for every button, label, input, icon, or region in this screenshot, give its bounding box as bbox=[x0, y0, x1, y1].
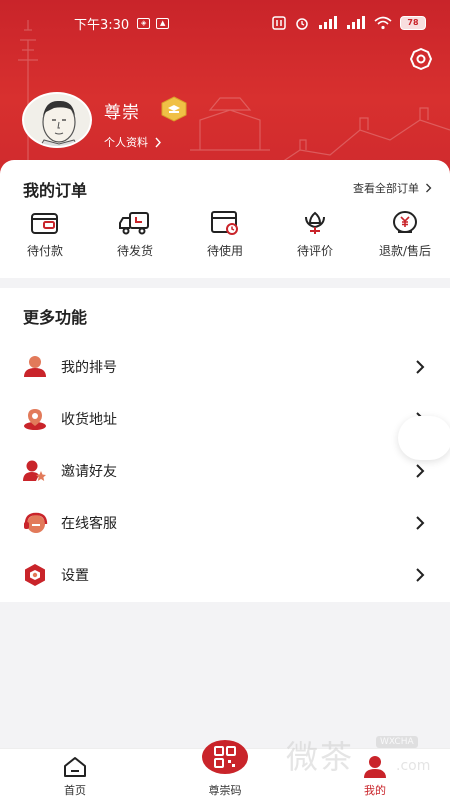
home-icon bbox=[64, 757, 86, 777]
battery-icon: 78 bbox=[400, 16, 426, 30]
nfc-icon bbox=[272, 16, 286, 30]
order-label: 退款/售后 bbox=[378, 244, 432, 258]
settings-gear-icon[interactable] bbox=[408, 46, 434, 72]
status-time: 下午3:30 bbox=[74, 17, 130, 33]
menu-item-invite-friends[interactable]: 邀请好友 bbox=[0, 445, 450, 497]
view-all-label: 查看全部订单 bbox=[353, 182, 419, 195]
ticket-clock-icon bbox=[211, 211, 238, 235]
menu-item-queue-number[interactable]: 我的排号 bbox=[0, 341, 450, 393]
profile-header: 下午3:30 ◈ ▲ 78 尊崇 个人资料 bbox=[0, 0, 450, 180]
invite-star-icon bbox=[23, 460, 46, 481]
qrcode-icon bbox=[214, 746, 236, 768]
chevron-right-icon bbox=[416, 464, 425, 478]
alarm-icon bbox=[296, 18, 308, 30]
member-badge-icon bbox=[161, 96, 187, 122]
menu-label: 在线客服 bbox=[61, 516, 117, 532]
order-label: 待付款 bbox=[26, 244, 63, 258]
app-notification-icon: ▲ bbox=[156, 17, 170, 29]
chevron-right-icon bbox=[155, 137, 161, 147]
tab-label: 首页 bbox=[64, 784, 86, 797]
floating-assistive-button[interactable] bbox=[398, 416, 450, 460]
order-refund-aftersale[interactable]: 退款/售后 bbox=[360, 210, 450, 272]
notification-icon: ◈ bbox=[137, 17, 151, 29]
status-bar: 下午3:30 ◈ ▲ 78 bbox=[0, 0, 450, 46]
watermark-domain: .com bbox=[396, 758, 431, 774]
location-icon bbox=[24, 409, 46, 430]
flower-icon bbox=[305, 211, 325, 234]
order-pending-shipment[interactable]: 待发货 bbox=[90, 210, 180, 272]
refund-yuan-icon bbox=[393, 211, 417, 233]
order-status-row: 待付款 待发货 待使用 待评价 退款/售后 bbox=[0, 210, 450, 272]
chevron-right-icon bbox=[416, 516, 425, 530]
username: 尊崇 bbox=[104, 103, 140, 123]
watermark-main: 微茶 bbox=[286, 738, 355, 776]
menu-label: 收货地址 bbox=[61, 412, 117, 428]
headset-icon bbox=[24, 512, 48, 533]
wifi-icon bbox=[374, 16, 392, 30]
orders-title: 我的订单 bbox=[23, 181, 88, 200]
profile-link-label: 个人资料 bbox=[104, 136, 148, 149]
tab-label: 尊崇码 bbox=[208, 784, 242, 797]
menu-label: 我的排号 bbox=[61, 360, 117, 376]
chevron-right-icon bbox=[426, 183, 432, 193]
order-label: 待使用 bbox=[206, 244, 243, 258]
menu-item-settings[interactable]: 设置 bbox=[0, 549, 450, 601]
watermark-tag: WXCHA bbox=[376, 736, 418, 748]
avatar[interactable] bbox=[22, 92, 92, 148]
qrcode-center-button[interactable] bbox=[202, 740, 248, 774]
more-features-card: 更多功能 我的排号 收货地址 邀请好友 在线客服 设置 bbox=[0, 288, 450, 602]
tab-home[interactable]: 首页 bbox=[30, 749, 120, 800]
watermark: 微茶 WXCHA .com bbox=[286, 730, 436, 782]
wallet-icon bbox=[31, 213, 58, 234]
signal-icon bbox=[319, 16, 337, 29]
menu-label: 设置 bbox=[61, 568, 89, 584]
chevron-right-icon bbox=[416, 360, 425, 374]
hexagon-settings-icon bbox=[25, 564, 45, 586]
avatar-portrait bbox=[39, 100, 79, 146]
menu-item-online-service[interactable]: 在线客服 bbox=[0, 497, 450, 549]
order-pending-use[interactable]: 待使用 bbox=[180, 210, 270, 272]
tab-label: 我的 bbox=[364, 784, 386, 797]
order-label: 待发货 bbox=[116, 244, 153, 258]
chevron-right-icon bbox=[416, 568, 425, 582]
menu-label: 邀请好友 bbox=[61, 464, 117, 480]
person-icon bbox=[24, 356, 46, 377]
order-pending-payment[interactable]: 待付款 bbox=[0, 210, 90, 272]
view-all-orders-link[interactable]: 查看全部订单 bbox=[353, 180, 432, 196]
truck-icon bbox=[119, 212, 149, 235]
menu-item-shipping-address[interactable]: 收货地址 bbox=[0, 393, 450, 445]
orders-card: 我的订单 查看全部订单 待付款 待发货 待使用 待评价 退款/售后 bbox=[0, 160, 450, 278]
profile-details-link[interactable]: 个人资料 bbox=[104, 134, 162, 150]
order-pending-review[interactable]: 待评价 bbox=[270, 210, 360, 272]
more-title: 更多功能 bbox=[23, 308, 88, 327]
signal2-icon bbox=[347, 16, 365, 29]
order-label: 待评价 bbox=[296, 244, 333, 258]
